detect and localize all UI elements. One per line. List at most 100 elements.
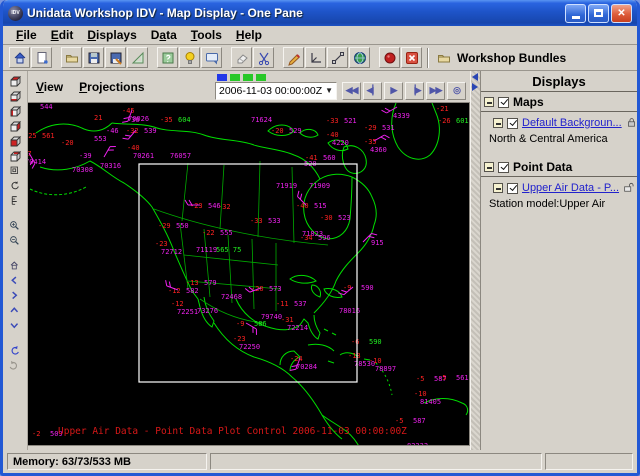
view-east-icon[interactable]	[6, 119, 24, 134]
svg-text:70308: 70308	[72, 166, 93, 174]
pan-left-icon[interactable]	[6, 274, 24, 289]
tips-icon[interactable]	[179, 47, 200, 68]
station-plot: 544	[40, 103, 53, 111]
map-canvas[interactable]: -4570026-32539-40702617605721-36-4655370…	[28, 103, 469, 445]
view-top-icon[interactable]	[6, 74, 24, 89]
menu-file[interactable]: File	[9, 27, 44, 43]
zoom-out-icon[interactable]	[6, 234, 24, 249]
svg-text:4220: 4220	[332, 139, 349, 147]
time-step-3[interactable]	[243, 74, 253, 81]
group-checkbox[interactable]	[498, 97, 509, 108]
cut-icon[interactable]	[253, 47, 274, 68]
view-south-icon[interactable]	[6, 134, 24, 149]
status-message-area	[210, 453, 542, 470]
transect-icon[interactable]	[327, 47, 348, 68]
svg-text:73276: 73276	[197, 307, 218, 315]
time-dropdown[interactable]: 2006-11-03 00:00:00Z ▼	[215, 82, 337, 100]
step-back-button[interactable]: ◀▏	[363, 82, 382, 100]
menu-tools[interactable]: Tools	[184, 27, 229, 43]
view-north-icon[interactable]	[6, 149, 24, 164]
field-selector-icon[interactable]	[157, 47, 178, 68]
range-bearing-icon[interactable]	[305, 47, 326, 68]
collapse-left-icon[interactable]	[472, 73, 478, 81]
svg-text:21: 21	[94, 114, 102, 122]
capture-movie-icon[interactable]	[379, 47, 400, 68]
station-plot: 71119	[196, 246, 217, 254]
svg-text:71909: 71909	[309, 182, 330, 190]
view-bottom-icon[interactable]	[6, 89, 24, 104]
time-step-2[interactable]	[230, 74, 240, 81]
menu-data[interactable]: Data	[144, 27, 184, 43]
displays-panel-title: Displays	[481, 71, 637, 92]
svg-text:-32: -32	[218, 203, 231, 211]
close-button[interactable]: ✕	[611, 4, 632, 23]
svg-text:-10: -10	[369, 357, 382, 365]
time-step-4[interactable]	[256, 74, 266, 81]
item-checkbox[interactable]	[507, 118, 518, 129]
collapse-button[interactable]	[493, 118, 503, 128]
projections-globe-icon[interactable]	[349, 47, 370, 68]
pan-up-icon[interactable]	[6, 304, 24, 319]
collapse-button[interactable]	[484, 162, 494, 172]
memory-text: Memory: 63/73/533 MB	[13, 456, 131, 468]
rotate-view-icon[interactable]	[6, 179, 24, 194]
svg-text:-35: -35	[364, 138, 377, 146]
svg-text:72250: 72250	[239, 343, 260, 351]
fast-forward-button[interactable]: ▶▶	[426, 82, 445, 100]
pan-right-icon[interactable]	[6, 289, 24, 304]
home-view-icon[interactable]	[6, 259, 24, 274]
map-view-panel: View Projections 2006-11-03 00:00:00Z ▼ ◀…	[28, 71, 470, 450]
svg-text:-45: -45	[122, 107, 135, 115]
minimize-button[interactable]	[565, 4, 586, 23]
toolbar-separator	[427, 48, 428, 68]
pan-down-icon[interactable]	[6, 319, 24, 334]
home-icon[interactable]	[9, 47, 30, 68]
svg-text:-13: -13	[186, 279, 199, 287]
menu-displays[interactable]: Displays	[80, 27, 143, 43]
delete-icon[interactable]	[401, 47, 422, 68]
lock-icon[interactable]	[626, 116, 637, 130]
collapse-right-icon[interactable]	[472, 83, 478, 91]
undo-icon[interactable]	[6, 344, 24, 359]
svg-text:560: 560	[323, 154, 336, 162]
display-item-link[interactable]: Default Backgroun...	[522, 117, 622, 129]
new-bundle-icon[interactable]	[31, 47, 52, 68]
save-icon[interactable]	[83, 47, 104, 68]
map-background	[28, 103, 469, 445]
menu-help[interactable]: Help	[229, 27, 269, 43]
maximize-button[interactable]	[588, 4, 609, 23]
split-pane-divider[interactable]	[470, 71, 481, 450]
menu-projections[interactable]: Projections	[79, 78, 152, 96]
rewind-button[interactable]: ◀◀	[342, 82, 361, 100]
vertical-scale-icon[interactable]	[6, 194, 24, 209]
title-bar[interactable]: IDV Unidata Workshop IDV - Map Display -…	[3, 0, 637, 26]
svg-text:-40: -40	[296, 202, 309, 210]
svg-text:586: 586	[254, 320, 267, 328]
item-checkbox[interactable]	[507, 183, 518, 194]
zoom-in-icon[interactable]	[6, 219, 24, 234]
station-plot: 21	[94, 114, 102, 122]
open-file-icon[interactable]	[61, 47, 82, 68]
perspective-view-icon[interactable]	[6, 164, 24, 179]
step-forward-button[interactable]: ▕▶	[405, 82, 424, 100]
workshop-bundles-label: Workshop Bundles	[457, 51, 566, 65]
save-as-icon[interactable]	[105, 47, 126, 68]
collapse-button[interactable]	[484, 97, 494, 107]
loop-properties-button[interactable]: ◎	[447, 82, 466, 100]
time-step-1[interactable]	[217, 74, 227, 81]
menu-edit[interactable]: Edit	[44, 27, 81, 43]
view-west-icon[interactable]	[6, 104, 24, 119]
play-button[interactable]: ▶	[384, 82, 403, 100]
menu-view[interactable]: View	[36, 78, 71, 96]
workshop-bundles-menu[interactable]: Workshop Bundles	[436, 50, 566, 66]
collapse-button[interactable]	[493, 183, 503, 193]
svg-text:-18: -18	[348, 352, 361, 360]
support-form-icon[interactable]	[201, 47, 222, 68]
unlock-icon[interactable]	[623, 181, 636, 195]
drawing-tool-icon[interactable]	[127, 47, 148, 68]
display-item-link[interactable]: Upper Air Data - P...	[522, 182, 619, 194]
remove-displays-icon[interactable]	[231, 47, 252, 68]
redo-icon[interactable]	[6, 359, 24, 374]
edit-icon[interactable]	[283, 47, 304, 68]
group-checkbox[interactable]	[498, 162, 509, 173]
